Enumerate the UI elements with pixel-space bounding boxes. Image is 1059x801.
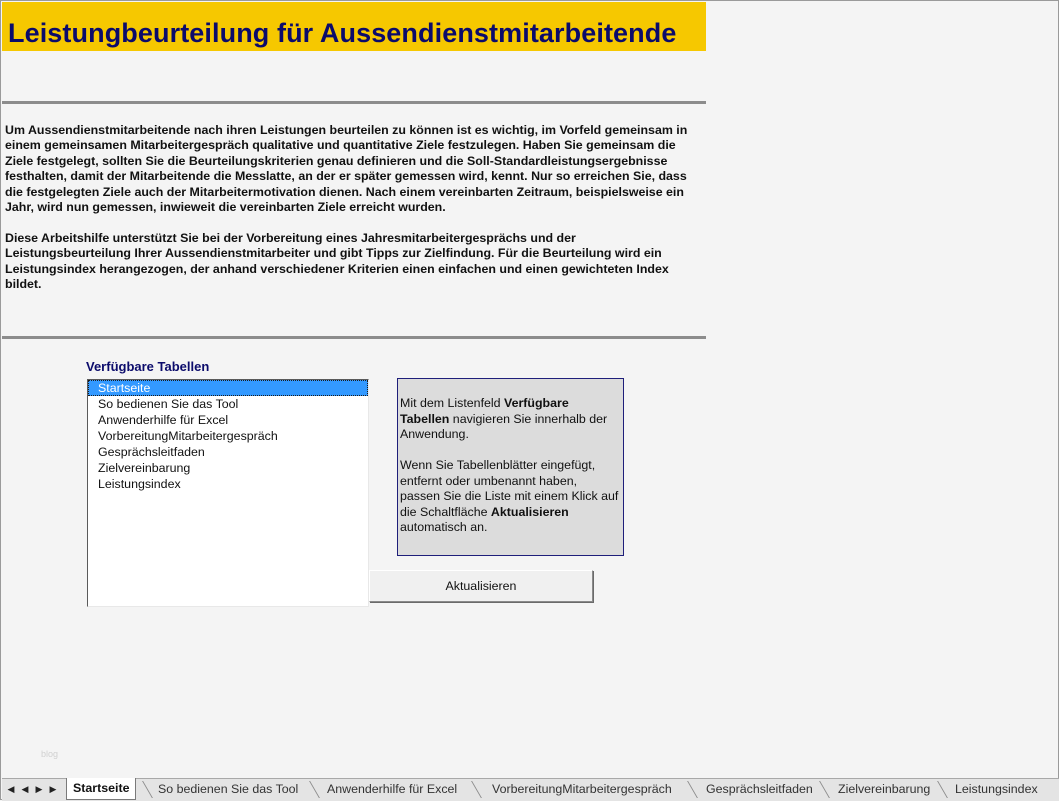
bottom-divider bbox=[2, 336, 706, 339]
list-item[interactable]: Zielvereinbarung bbox=[88, 460, 368, 476]
help-text: Mit dem Listenfeld bbox=[400, 396, 504, 410]
intro-text: Um Aussendienstmitarbeitende nach ihren … bbox=[5, 123, 705, 308]
next-sheet-icon[interactable]: ▶ bbox=[33, 782, 45, 796]
prev-sheet-icon[interactable]: ◀ bbox=[19, 782, 31, 796]
prev-sheet-glyph: ◀ bbox=[21, 784, 29, 794]
tab-vorbereitung[interactable]: VorbereitungMitarbeitergespräch bbox=[492, 779, 672, 799]
last-sheet-glyph: ▶ bbox=[49, 784, 57, 794]
help-text-bold: Aktualisieren bbox=[490, 504, 569, 519]
refresh-button[interactable]: Aktualisieren bbox=[369, 570, 593, 602]
help-textbox: Mit dem Listenfeld Verfügbare Tabellen n… bbox=[397, 378, 624, 556]
sheet-tab-bar: ◀ ◀ ▶ ▶ Startseite So bedienen Sie das T… bbox=[2, 778, 1059, 801]
top-divider bbox=[2, 101, 706, 104]
list-item[interactable]: So bedienen Sie das Tool bbox=[88, 396, 368, 412]
tab-separator bbox=[687, 781, 698, 798]
tab-so-bedienen[interactable]: So bedienen Sie das Tool bbox=[158, 779, 298, 799]
list-item[interactable]: Startseite bbox=[88, 380, 368, 396]
tables-listbox[interactable]: Startseite So bedienen Sie das Tool Anwe… bbox=[87, 379, 369, 607]
first-sheet-icon[interactable]: ◀ bbox=[5, 782, 17, 796]
tab-gespraechsleitfaden[interactable]: Gesprächsleitfaden bbox=[706, 779, 813, 799]
last-sheet-icon[interactable]: ▶ bbox=[47, 782, 59, 796]
help-paragraph-2: Wenn Sie Tabellenblätter eingefügt, entf… bbox=[400, 458, 620, 536]
tab-zielvereinbarung[interactable]: Zielvereinbarung bbox=[838, 779, 930, 799]
tab-separator bbox=[309, 781, 320, 798]
tab-startseite[interactable]: Startseite bbox=[66, 778, 137, 800]
page-title: Leistungbeurteilung für Aussendienstmita… bbox=[8, 18, 677, 48]
tab-leistungsindex[interactable]: Leistungsindex bbox=[955, 779, 1038, 799]
list-item[interactable]: Leistungsindex bbox=[88, 476, 368, 492]
first-sheet-glyph: ◀ bbox=[7, 784, 15, 794]
title-banner: Leistungbeurteilung für Aussendienstmita… bbox=[2, 2, 706, 51]
tab-separator bbox=[471, 781, 482, 798]
tables-list-label: Verfügbare Tabellen bbox=[86, 359, 210, 374]
help-text: automatisch an. bbox=[400, 520, 488, 534]
watermark-text: blog bbox=[41, 749, 59, 759]
tab-separator bbox=[937, 781, 948, 798]
list-item[interactable]: Anwenderhilfe für Excel bbox=[88, 412, 368, 428]
tab-separator bbox=[819, 781, 830, 798]
list-item[interactable]: Gesprächsleitfaden bbox=[88, 444, 368, 460]
worksheet: Leistungbeurteilung für Aussendienstmita… bbox=[0, 0, 1059, 801]
intro-paragraph-2: Diese Arbeitshilfe unterstützt Sie bei d… bbox=[5, 230, 669, 292]
help-paragraph-1: Mit dem Listenfeld Verfügbare Tabellen n… bbox=[400, 396, 620, 443]
tab-anwenderhilfe[interactable]: Anwenderhilfe für Excel bbox=[327, 779, 457, 799]
intro-paragraph-1: Um Aussendienstmitarbeitende nach ihren … bbox=[5, 123, 688, 215]
tab-separator bbox=[142, 781, 153, 798]
list-item[interactable]: VorbereitungMitarbeitergespräch bbox=[88, 428, 368, 444]
next-sheet-glyph: ▶ bbox=[35, 784, 43, 794]
